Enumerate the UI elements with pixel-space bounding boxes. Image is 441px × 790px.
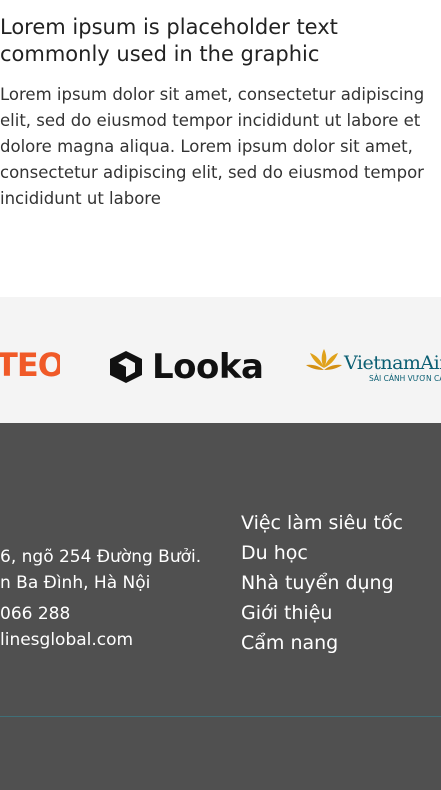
- footer-address-line-2: n Ba Đình, Hà Nội: [0, 573, 151, 593]
- footer-link-cam-nang[interactable]: Cẩm nang: [241, 628, 403, 658]
- footer-link-viec-lam-sieu-toc[interactable]: Việc làm siêu tốc: [241, 508, 403, 538]
- teo-logo: TEO: [0, 346, 60, 384]
- vietnam-airlines-wordmark: VietnamAirlines: [343, 352, 441, 374]
- footer-divider: [0, 716, 441, 717]
- looka-hex-icon: [110, 351, 142, 383]
- vietnam-airlines-tagline: SÀI CÁNH VƯƠN CAO: [369, 374, 441, 383]
- intro-title: Lorem ipsum is placeholder text commonly…: [0, 15, 338, 66]
- vietnam-airlines-logo: VietnamAirlines SÀI CÁNH VƯƠN CAO: [306, 349, 441, 383]
- footer-link-gioi-thieu[interactable]: Giới thiệu: [241, 598, 403, 628]
- footer-link-nha-tuyen-dung[interactable]: Nhà tuyển dụng: [241, 568, 403, 598]
- intro-body: Lorem ipsum dolor sit amet, consectetur …: [0, 85, 425, 208]
- footer-email[interactable]: linesglobal.com: [0, 627, 133, 653]
- looka-logo-text: Looka: [152, 347, 264, 387]
- looka-logo: Looka: [108, 347, 264, 387]
- teo-logo-text: TEO: [0, 346, 60, 384]
- footer-address-line-1: 6, ngõ 254 Đường Bưởi.: [0, 547, 202, 567]
- lotus-icon: [306, 349, 342, 370]
- footer-nav: Việc làm siêu tốc Du học Nhà tuyển dụng …: [241, 508, 403, 658]
- footer-phone[interactable]: 066 288: [0, 601, 70, 627]
- footer-link-du-hoc[interactable]: Du học: [241, 538, 403, 568]
- intro-section: Lorem ipsum is placeholder text commonly…: [0, 0, 441, 297]
